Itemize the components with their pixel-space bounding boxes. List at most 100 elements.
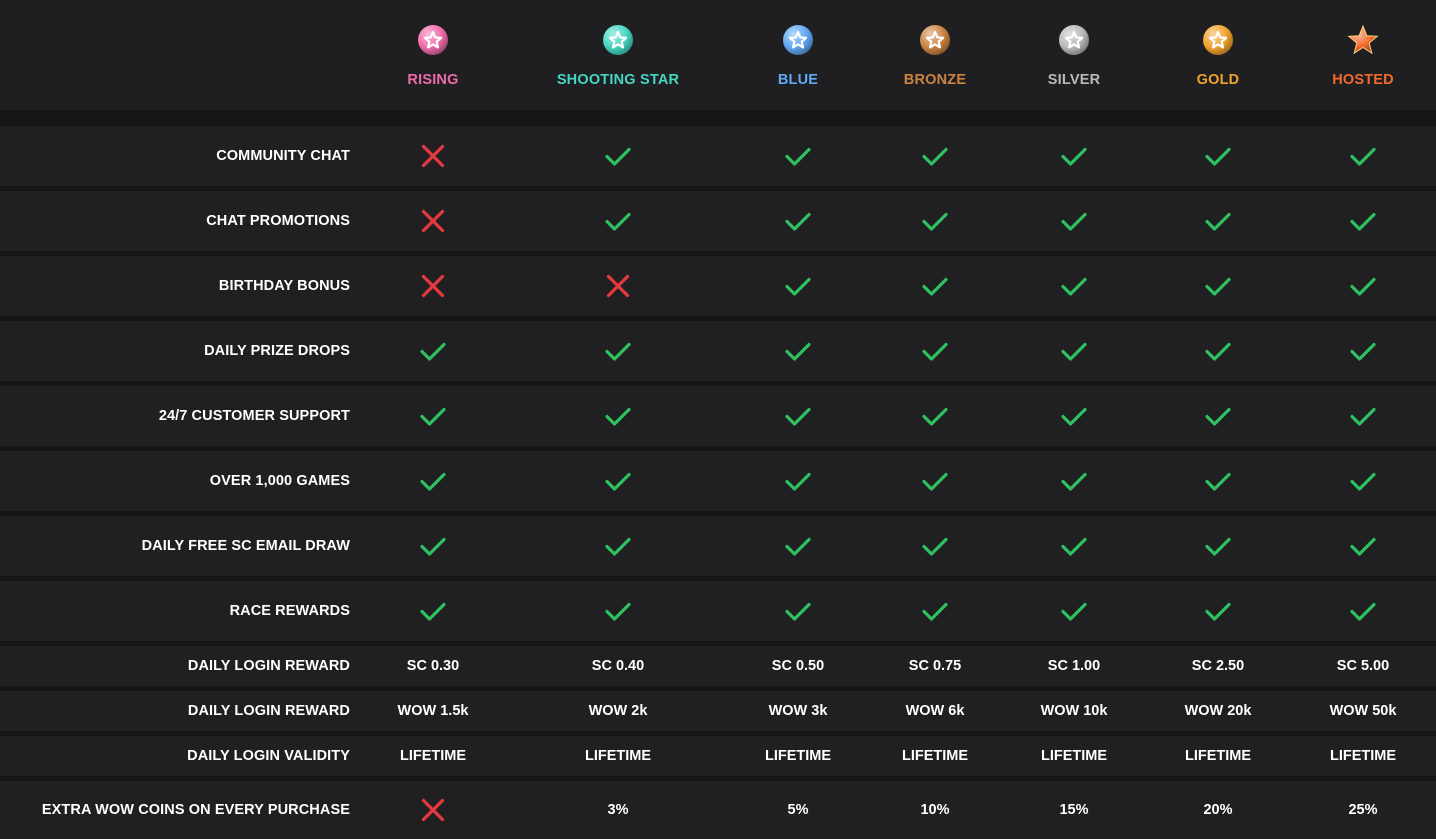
checkmark-icon — [1283, 451, 1436, 511]
checkmark-icon — [1138, 256, 1298, 316]
feature-label: CHAT PROMOTIONS — [206, 213, 350, 229]
feature-row: EXTRA WOW COINS ON EVERY PURCHASE 3% 5% 10%… — [0, 781, 1436, 839]
feature-value: LIFETIME — [399, 748, 467, 764]
feature-value: SC 0.40 — [591, 658, 645, 674]
checkmark-icon — [994, 256, 1154, 316]
tier-column-hosted: HOSTED — [1273, 0, 1436, 110]
tier-name: HOSTED — [1332, 72, 1394, 88]
cross-icon — [538, 256, 698, 316]
feature-label: DAILY FREE SC EMAIL DRAW — [141, 538, 350, 554]
feature-value: WOW 20k — [1184, 703, 1252, 719]
feature-label: DAILY LOGIN REWARD — [187, 658, 350, 674]
feature-label: 24/7 CUSTOMER SUPPORT — [158, 408, 350, 424]
feature-row: DAILY LOGIN REWARD SC 0.30 SC 0.40 SC 0.50 S… — [0, 646, 1436, 686]
checkmark-icon — [855, 191, 1015, 251]
bronze-star-badge-icon — [918, 23, 952, 57]
checkmark-icon — [718, 451, 878, 511]
checkmark-icon — [994, 451, 1154, 511]
feature-value: SC 0.75 — [908, 658, 962, 674]
checkmark-icon — [718, 581, 878, 641]
tier-name: RISING — [407, 72, 459, 88]
checkmark-icon — [1283, 516, 1436, 576]
checkmark-icon — [718, 321, 878, 381]
tier-name: SHOOTING STAR — [556, 72, 680, 88]
checkmark-icon — [353, 451, 513, 511]
checkmark-icon — [1138, 191, 1298, 251]
silver-star-badge-icon — [1057, 23, 1091, 57]
feature-row: DAILY PRIZE DROPS — [0, 321, 1436, 381]
feature-value: SC 0.30 — [406, 658, 460, 674]
checkmark-icon — [1138, 386, 1298, 446]
checkmark-icon — [538, 516, 698, 576]
blue-star-badge-icon — [781, 23, 815, 57]
feature-value: 10% — [920, 802, 950, 818]
feature-row: COMMUNITY CHAT — [0, 126, 1436, 186]
feature-row: OVER 1,000 GAMES — [0, 451, 1436, 511]
checkmark-icon — [718, 516, 878, 576]
feature-label: OVER 1,000 GAMES — [209, 473, 350, 489]
feature-row: RACE REWARDS — [0, 581, 1436, 641]
feature-label: BIRTHDAY BONUS — [218, 278, 350, 294]
checkmark-icon — [994, 516, 1154, 576]
checkmark-icon — [353, 386, 513, 446]
cross-icon — [353, 191, 513, 251]
feature-value: WOW 2k — [588, 703, 648, 719]
checkmark-icon — [855, 451, 1015, 511]
feature-label: RACE REWARDS — [229, 603, 350, 619]
feature-value: SC 1.00 — [1047, 658, 1101, 674]
feature-row: DAILY LOGIN VALIDITY LIFETIME LIFETIME LIFE… — [0, 736, 1436, 776]
feature-row: DAILY FREE SC EMAIL DRAW — [0, 516, 1436, 576]
checkmark-icon — [538, 386, 698, 446]
tier-column-rising: RISING — [343, 0, 523, 110]
feature-label: DAILY PRIZE DROPS — [204, 343, 350, 359]
hosted-star-badge-icon — [1346, 23, 1380, 57]
feature-value: LIFETIME — [901, 748, 969, 764]
feature-value: 3% — [607, 802, 629, 818]
checkmark-icon — [718, 386, 878, 446]
checkmark-icon — [353, 581, 513, 641]
checkmark-icon — [538, 126, 698, 186]
feature-label: COMMUNITY CHAT — [216, 148, 350, 164]
checkmark-icon — [1283, 126, 1436, 186]
feature-value: SC 0.50 — [771, 658, 825, 674]
gold-star-badge-icon — [1201, 23, 1235, 57]
feature-value: 5% — [787, 802, 809, 818]
feature-value: WOW 10k — [1040, 703, 1108, 719]
checkmark-icon — [353, 321, 513, 381]
checkmark-icon — [1283, 386, 1436, 446]
feature-row: BIRTHDAY BONUS — [0, 256, 1436, 316]
cross-icon — [353, 781, 513, 839]
checkmark-icon — [855, 581, 1015, 641]
feature-label: DAILY LOGIN VALIDITY — [187, 748, 350, 764]
feature-value: LIFETIME — [584, 748, 652, 764]
checkmark-icon — [1283, 256, 1436, 316]
checkmark-icon — [353, 516, 513, 576]
checkmark-icon — [538, 321, 698, 381]
feature-value: LIFETIME — [1184, 748, 1252, 764]
feature-value: WOW 3k — [768, 703, 828, 719]
checkmark-icon — [1138, 321, 1298, 381]
checkmark-icon — [994, 126, 1154, 186]
checkmark-icon — [1138, 126, 1298, 186]
feature-label: DAILY LOGIN REWARD — [187, 703, 350, 719]
checkmark-icon — [855, 256, 1015, 316]
checkmark-icon — [1138, 516, 1298, 576]
cross-icon — [353, 126, 513, 186]
checkmark-icon — [1283, 581, 1436, 641]
checkmark-icon — [538, 191, 698, 251]
checkmark-icon — [538, 451, 698, 511]
tier-column-shooting-star: SHOOTING STAR — [528, 0, 708, 110]
feature-row: CHAT PROMOTIONS — [0, 191, 1436, 251]
tier-header-row: RISING SHOOTING STAR BLUE BRONZE SILVER GOLD H… — [0, 0, 1436, 110]
checkmark-icon — [718, 126, 878, 186]
checkmark-icon — [718, 191, 878, 251]
checkmark-icon — [718, 256, 878, 316]
feature-row: 24/7 CUSTOMER SUPPORT — [0, 386, 1436, 446]
checkmark-icon — [855, 516, 1015, 576]
checkmark-icon — [1138, 581, 1298, 641]
feature-value: LIFETIME — [1329, 748, 1397, 764]
feature-value: SC 5.00 — [1336, 658, 1390, 674]
vip-tier-comparison-table: RISING SHOOTING STAR BLUE BRONZE SILVER GOLD H… — [0, 0, 1436, 839]
checkmark-icon — [1138, 451, 1298, 511]
rising-star-badge-icon — [416, 23, 450, 57]
